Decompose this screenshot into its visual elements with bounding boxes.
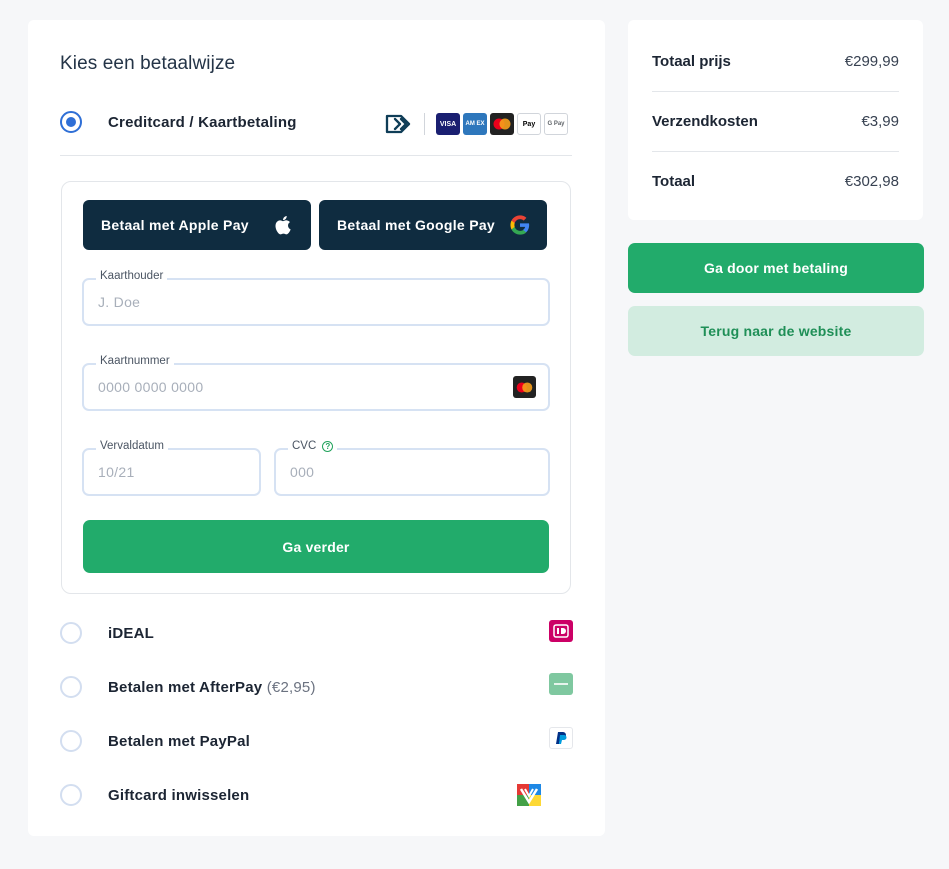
summary-label: Totaal prijs xyxy=(652,53,731,70)
back-to-website-button[interactable]: Terug naar de website xyxy=(628,306,924,356)
method-label-giftcard: Giftcard inwisselen xyxy=(108,787,250,804)
paypal-icon xyxy=(549,727,573,749)
summary-label: Verzendkosten xyxy=(652,113,758,130)
summary-value: €302,98 xyxy=(844,173,899,190)
google-pay-button[interactable]: Betaal met Google Pay xyxy=(319,200,547,250)
google-pay-button-label: Betaal met Google Pay xyxy=(337,217,496,233)
afterpay-icon xyxy=(549,673,573,695)
ideal-icon xyxy=(549,620,573,642)
continue-payment-button[interactable]: Ga door met betaling xyxy=(628,243,924,293)
expiry-legend: Vervaldatum xyxy=(96,440,168,452)
summary-value: €299,99 xyxy=(844,53,899,70)
summary-row-shipping: Verzendkosten €3,99 xyxy=(652,113,899,130)
mastercard-icon xyxy=(490,113,514,135)
cvc-placeholder: 000 xyxy=(290,464,315,480)
radio-giftcard[interactable] xyxy=(60,784,82,806)
google-icon xyxy=(510,215,530,235)
continue-button[interactable]: Ga verder xyxy=(83,520,549,573)
summary-value: €3,99 xyxy=(861,113,899,130)
radio-creditcard[interactable] xyxy=(60,111,82,133)
radio-afterpay[interactable] xyxy=(60,676,82,698)
divider xyxy=(60,155,572,156)
summary-row-subtotal: Totaal prijs €299,99 xyxy=(652,53,899,70)
summary-divider xyxy=(652,91,899,92)
amex-text: AM EX xyxy=(465,121,485,127)
expiry-field[interactable]: Vervaldatum 10/21 xyxy=(82,440,261,496)
cardholder-legend: Kaarthouder xyxy=(96,270,168,282)
apple-icon xyxy=(275,216,291,235)
cvc-legend-text: CVC xyxy=(292,440,317,452)
apple-pay-icon: Pay xyxy=(517,113,541,135)
apple-pay-button[interactable]: Betaal met Apple Pay xyxy=(83,200,311,250)
summary-row-total: Totaal €302,98 xyxy=(652,173,899,190)
visa-icon: VISA xyxy=(436,113,460,135)
visa-text: VISA xyxy=(439,120,457,128)
radio-paypal[interactable] xyxy=(60,730,82,752)
apple-pay-button-label: Betaal met Apple Pay xyxy=(101,217,249,233)
chevrons-icon xyxy=(385,114,411,134)
method-label-ideal: iDEAL xyxy=(108,625,154,642)
cvc-legend: CVC ? xyxy=(288,440,338,452)
cardnumber-field[interactable]: Kaartnummer 0000 0000 0000 xyxy=(82,355,550,411)
section-title: Kies een betaalwijze xyxy=(60,53,236,74)
radio-ideal[interactable] xyxy=(60,622,82,644)
summary-divider xyxy=(652,151,899,152)
logo-separator xyxy=(424,113,425,135)
apple-pay-text: Pay xyxy=(522,120,536,128)
cvc-field[interactable]: CVC ? 000 xyxy=(274,440,550,496)
order-summary: Totaal prijs €299,99 Verzendkosten €3,99… xyxy=(628,20,923,220)
giftcard-icon xyxy=(517,784,541,806)
help-icon[interactable]: ? xyxy=(322,440,334,452)
payment-method-panel: Kies een betaalwijze Creditcard / Kaartb… xyxy=(28,20,605,836)
cardholder-placeholder: J. Doe xyxy=(98,294,141,310)
card-logos: VISA AM EX Pay G Pay xyxy=(385,112,571,136)
afterpay-label-text: Betalen met AfterPay xyxy=(108,679,263,696)
method-label-creditcard: Creditcard / Kaartbetaling xyxy=(108,114,297,131)
summary-label: Totaal xyxy=(652,173,696,190)
cardnumber-placeholder: 0000 0000 0000 xyxy=(98,379,204,395)
google-pay-icon: G Pay xyxy=(544,113,568,135)
afterpay-fee: (€2,95) xyxy=(266,679,316,696)
method-label-paypal: Betalen met PayPal xyxy=(108,733,250,750)
cardnumber-legend: Kaartnummer xyxy=(96,355,174,367)
google-pay-text: G Pay xyxy=(547,121,565,127)
method-label-afterpay: Betalen met AfterPay (€2,95) xyxy=(108,679,316,696)
cardholder-field[interactable]: Kaarthouder J. Doe xyxy=(82,270,550,326)
mastercard-field-icon xyxy=(513,376,536,398)
amex-icon: AM EX xyxy=(463,113,487,135)
card-form: Betaal met Apple Pay Betaal met Google P… xyxy=(61,181,571,594)
expiry-placeholder: 10/21 xyxy=(98,464,135,480)
